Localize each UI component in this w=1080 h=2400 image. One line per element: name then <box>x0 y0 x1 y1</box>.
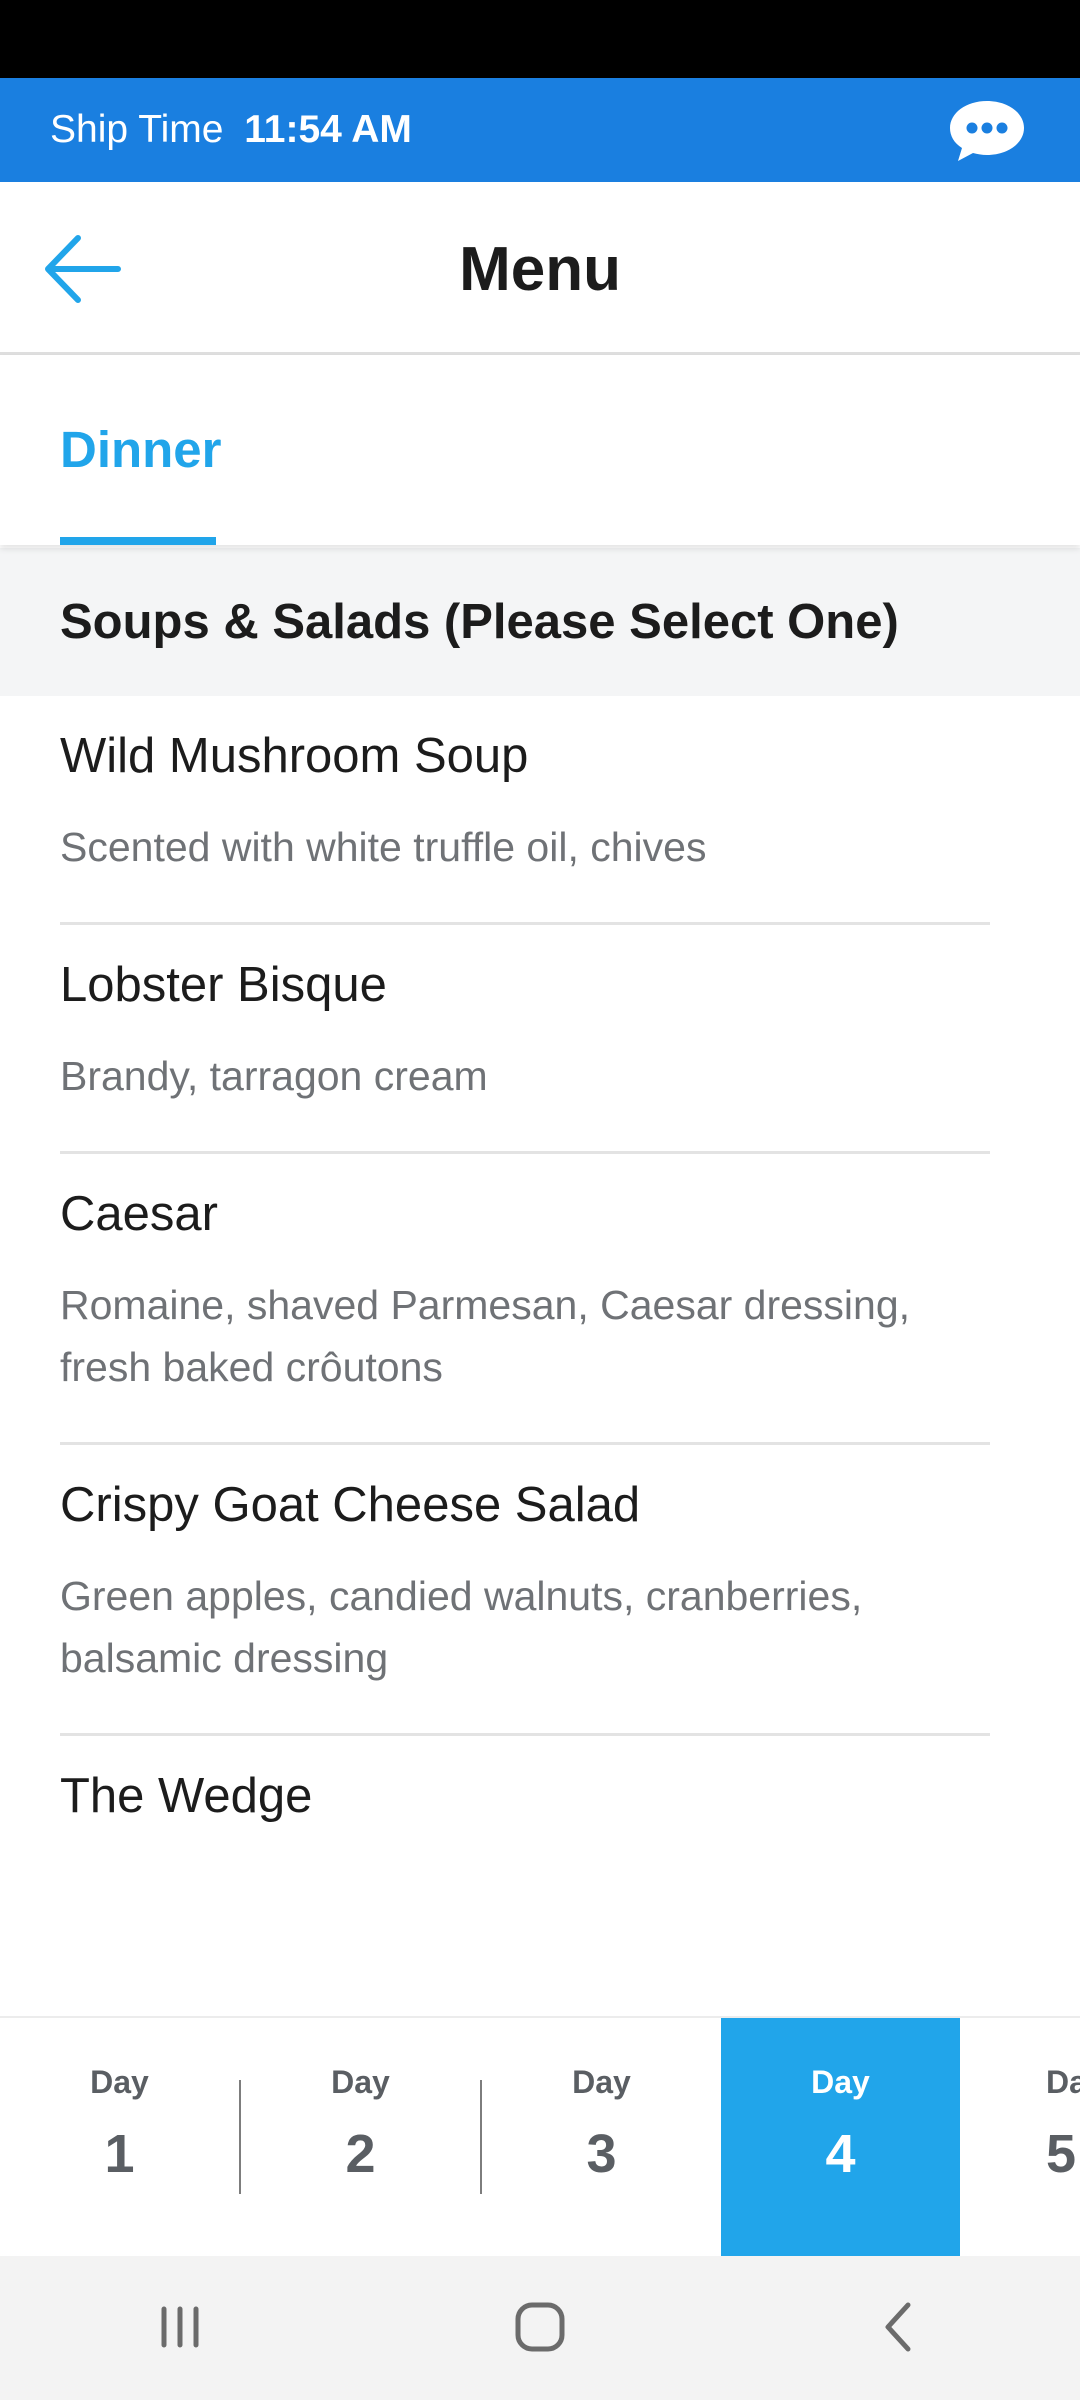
day-tab-4[interactable]: Day 4 <box>721 2018 960 2256</box>
menu-item[interactable]: Wild Mushroom Soup Scented with white tr… <box>60 696 990 925</box>
day-number: 3 <box>586 2124 617 2184</box>
ship-time-bar: Ship Time 11:54 AM <box>0 78 1080 182</box>
menu-item-desc: Green apples, candied walnuts, cranberri… <box>60 1573 863 1681</box>
day-tab-5[interactable]: Da 5 <box>960 2018 1080 2256</box>
menu-item-desc: Scented with white truffle oil, chives <box>60 824 707 870</box>
day-tab-2[interactable]: Day 2 <box>241 2018 480 2256</box>
menu-item[interactable]: Lobster Bisque Brandy, tarragon cream <box>60 925 990 1154</box>
day-number: 1 <box>104 2124 135 2184</box>
menu-item-name: Caesar <box>60 1187 218 1241</box>
ship-time-value: 11:54 AM <box>244 108 412 151</box>
tab-dinner[interactable]: Dinner <box>60 420 222 479</box>
status-bar <box>0 0 1080 78</box>
menu-item-name: Lobster Bisque <box>60 958 387 1012</box>
menu-item[interactable]: Caesar Romaine, shaved Parmesan, Caesar … <box>60 1154 990 1445</box>
day-label: Day <box>572 2064 631 2100</box>
app-header: Menu <box>0 182 1080 355</box>
day-label: Day <box>331 2064 390 2100</box>
day-number: 5 <box>1046 2124 1077 2184</box>
menu-item-name: Crispy Goat Cheese Salad <box>60 1478 641 1532</box>
day-label: Day <box>90 2064 149 2100</box>
home-icon[interactable] <box>470 2277 610 2377</box>
chat-bubble-icon[interactable] <box>944 95 1030 165</box>
day-number: 4 <box>825 2124 856 2184</box>
day-selector: Day 1 Day 2 Day 3 Day 4 Da 5 <box>0 2016 1080 2256</box>
meal-tabs: Dinner <box>0 355 1080 545</box>
menu-item-name: The Wedge <box>60 1769 313 1823</box>
day-tab-3[interactable]: Day 3 <box>482 2018 721 2256</box>
day-tab-1[interactable]: Day 1 <box>0 2018 239 2256</box>
day-number: 2 <box>345 2124 376 2184</box>
ship-time: Ship Time 11:54 AM <box>50 108 412 152</box>
menu-item-desc: Romaine, shaved Parmesan, Caesar dressin… <box>60 1282 911 1390</box>
section-header: Soups & Salads (Please Select One) <box>0 548 1080 696</box>
menu-item[interactable]: Crispy Goat Cheese Salad Green apples, c… <box>60 1445 990 1736</box>
ship-time-label: Ship Time <box>50 108 224 151</box>
menu-list[interactable]: Wild Mushroom Soup Scented with white tr… <box>0 696 1080 2016</box>
day-label: Da <box>1046 2064 1080 2100</box>
system-nav-bar <box>0 2254 1080 2400</box>
menu-item-name: Wild Mushroom Soup <box>60 729 529 783</box>
tab-selected-indicator <box>60 537 216 545</box>
menu-item[interactable]: The Wedge <box>60 1736 990 1870</box>
page-title: Menu <box>459 235 621 304</box>
back-chevron-icon[interactable] <box>830 2277 970 2377</box>
menu-item-desc: Brandy, tarragon cream <box>60 1053 488 1099</box>
day-label: Day <box>811 2064 870 2100</box>
recents-icon[interactable] <box>110 2277 250 2377</box>
